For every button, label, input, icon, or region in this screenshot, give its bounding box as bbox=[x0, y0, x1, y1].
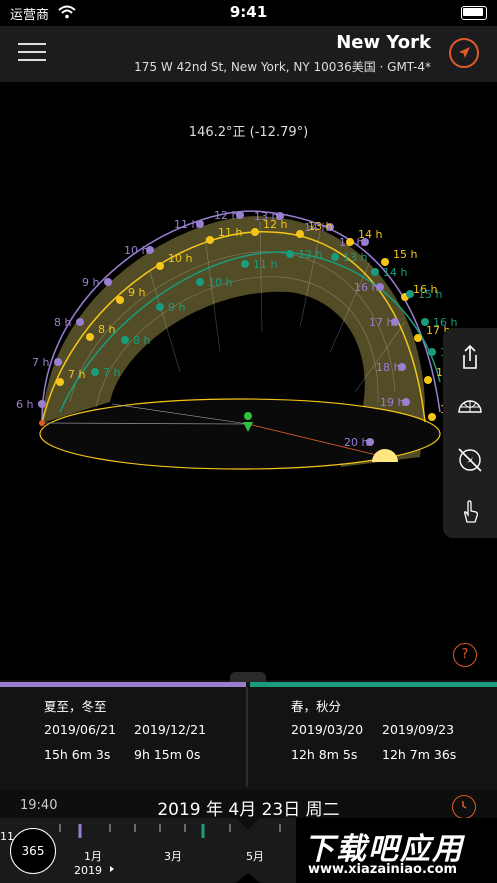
compass-off-icon[interactable] bbox=[454, 444, 486, 476]
hour-point bbox=[241, 260, 249, 268]
hour-label: 11 h bbox=[174, 218, 198, 231]
hour-label: 9 h bbox=[128, 286, 145, 299]
hour-point bbox=[206, 236, 214, 244]
location-arrow-icon bbox=[459, 47, 470, 58]
hour-label: 18 h bbox=[376, 361, 400, 374]
month-label-mar: 3月 bbox=[164, 850, 182, 863]
hour-point bbox=[346, 238, 354, 246]
hour-label: 10 h bbox=[124, 244, 148, 257]
year-label[interactable]: 2019 bbox=[74, 864, 102, 877]
summer-solstice-duration: 15h 6m 3s bbox=[44, 747, 111, 762]
hour-point bbox=[424, 376, 432, 384]
hour-point bbox=[381, 258, 389, 266]
hour-point bbox=[428, 413, 436, 421]
hour-label: 9 h bbox=[168, 301, 185, 314]
hour-point bbox=[296, 230, 304, 238]
hour-label: 14 h bbox=[358, 228, 382, 241]
year-button[interactable]: 365 bbox=[10, 828, 56, 874]
hour-label: 17 h bbox=[369, 316, 393, 329]
solstice-color-bar bbox=[0, 682, 246, 687]
hour-point bbox=[428, 348, 436, 356]
city-name[interactable]: New York bbox=[336, 32, 431, 53]
hour-point bbox=[86, 333, 94, 341]
share-icon[interactable] bbox=[454, 342, 486, 374]
watermark: 下载吧应用 www.xiazainiao.com bbox=[296, 818, 497, 883]
battery-icon bbox=[461, 6, 487, 20]
hour-point bbox=[38, 400, 46, 408]
hour-point bbox=[251, 228, 259, 236]
hour-label: 13 h bbox=[308, 220, 332, 233]
spring-equinox-duration: 12h 8m 5s bbox=[291, 747, 358, 762]
hour-point bbox=[156, 262, 164, 270]
hour-label: 16 h bbox=[354, 281, 378, 294]
hour-label: 15 h bbox=[393, 248, 417, 261]
hour-label: 7 h bbox=[103, 366, 120, 379]
equinox-title: 春，秋分 bbox=[291, 699, 342, 714]
app-header: New York 175 W 42nd St, New York, NY 100… bbox=[0, 26, 497, 82]
panel-drag-handle[interactable] bbox=[230, 672, 266, 682]
hour-label: 8 h bbox=[54, 316, 71, 329]
panel-divider bbox=[246, 687, 248, 787]
hour-label: 12 h bbox=[263, 218, 287, 231]
equinox-color-bar bbox=[250, 682, 497, 687]
sun-path-view[interactable]: 6 h 7 h 8 h 9 h 10 h 11 h 12 h 13 h 14 h 15 h 16 h… bbox=[0, 82, 497, 672]
hour-label: 12 h bbox=[214, 209, 238, 222]
hour-point bbox=[121, 336, 129, 344]
winter-solstice-date: 2019/12/21 bbox=[134, 722, 207, 737]
hour-label: 11 h bbox=[253, 258, 277, 271]
autumn-equinox-date: 2019/09/23 bbox=[382, 722, 455, 737]
hour-label: 14 h bbox=[383, 266, 407, 279]
spring-equinox-date: 2019/03/20 bbox=[291, 722, 364, 737]
hour-point bbox=[91, 368, 99, 376]
hour-point bbox=[414, 334, 422, 342]
hour-label: 8 h bbox=[133, 334, 150, 347]
globe-icon[interactable] bbox=[454, 390, 486, 422]
watermark-url: www.xiazainiao.com bbox=[308, 862, 458, 877]
date-label[interactable]: 2019 年 4月 23日 周二 bbox=[0, 795, 497, 820]
hour-label: 20 h bbox=[344, 436, 368, 449]
hour-point bbox=[116, 296, 124, 304]
hour-point bbox=[76, 318, 84, 326]
hour-label: 8 h bbox=[98, 323, 115, 336]
clock-icon[interactable] bbox=[452, 795, 476, 819]
summer-solstice-date: 2019/06/21 bbox=[44, 722, 117, 737]
hour-label: 11 h bbox=[218, 226, 242, 239]
solstice-title: 夏至，冬至 bbox=[44, 699, 107, 714]
hour-label: 12 h bbox=[298, 248, 322, 261]
hour-point bbox=[406, 290, 414, 298]
year-dropdown-icon[interactable] bbox=[110, 866, 114, 872]
hour-label: 15 h bbox=[418, 288, 442, 301]
hour-label: 6 h bbox=[16, 398, 33, 411]
help-icon[interactable]: ? bbox=[453, 643, 477, 667]
winter-solstice-duration: 9h 15m 0s bbox=[134, 747, 201, 762]
menu-icon[interactable] bbox=[18, 41, 46, 63]
hour-label: 13 h bbox=[343, 251, 367, 264]
month-label-may: 5月 bbox=[246, 850, 264, 863]
hour-point bbox=[196, 278, 204, 286]
hour-label: 7 h bbox=[68, 368, 85, 381]
hour-point bbox=[156, 303, 164, 311]
hour-point bbox=[421, 318, 429, 326]
hour-point bbox=[286, 250, 294, 258]
hour-label: 9 h bbox=[82, 276, 99, 289]
status-time: 9:41 bbox=[229, 3, 268, 21]
hour-point bbox=[371, 268, 379, 276]
hour-label: 7 h bbox=[32, 356, 49, 369]
hour-label: 10 h bbox=[208, 276, 232, 289]
hour-label: 19 h bbox=[380, 396, 404, 409]
hour-point bbox=[54, 358, 62, 366]
address-label[interactable]: 175 W 42nd St, New York, NY 10036美国 · GM… bbox=[134, 58, 431, 75]
month-label-jan: 1月 bbox=[84, 850, 102, 863]
hour-point bbox=[331, 253, 339, 261]
status-bar: 运营商 9:41 bbox=[0, 0, 497, 26]
hour-point bbox=[56, 378, 64, 386]
side-toolbar bbox=[443, 328, 497, 538]
location-button[interactable] bbox=[449, 38, 479, 68]
hand-pointer-icon[interactable] bbox=[454, 496, 486, 528]
hour-label: 10 h bbox=[168, 252, 192, 265]
autumn-equinox-duration: 12h 7m 36s bbox=[382, 747, 457, 762]
hour-point bbox=[104, 278, 112, 286]
